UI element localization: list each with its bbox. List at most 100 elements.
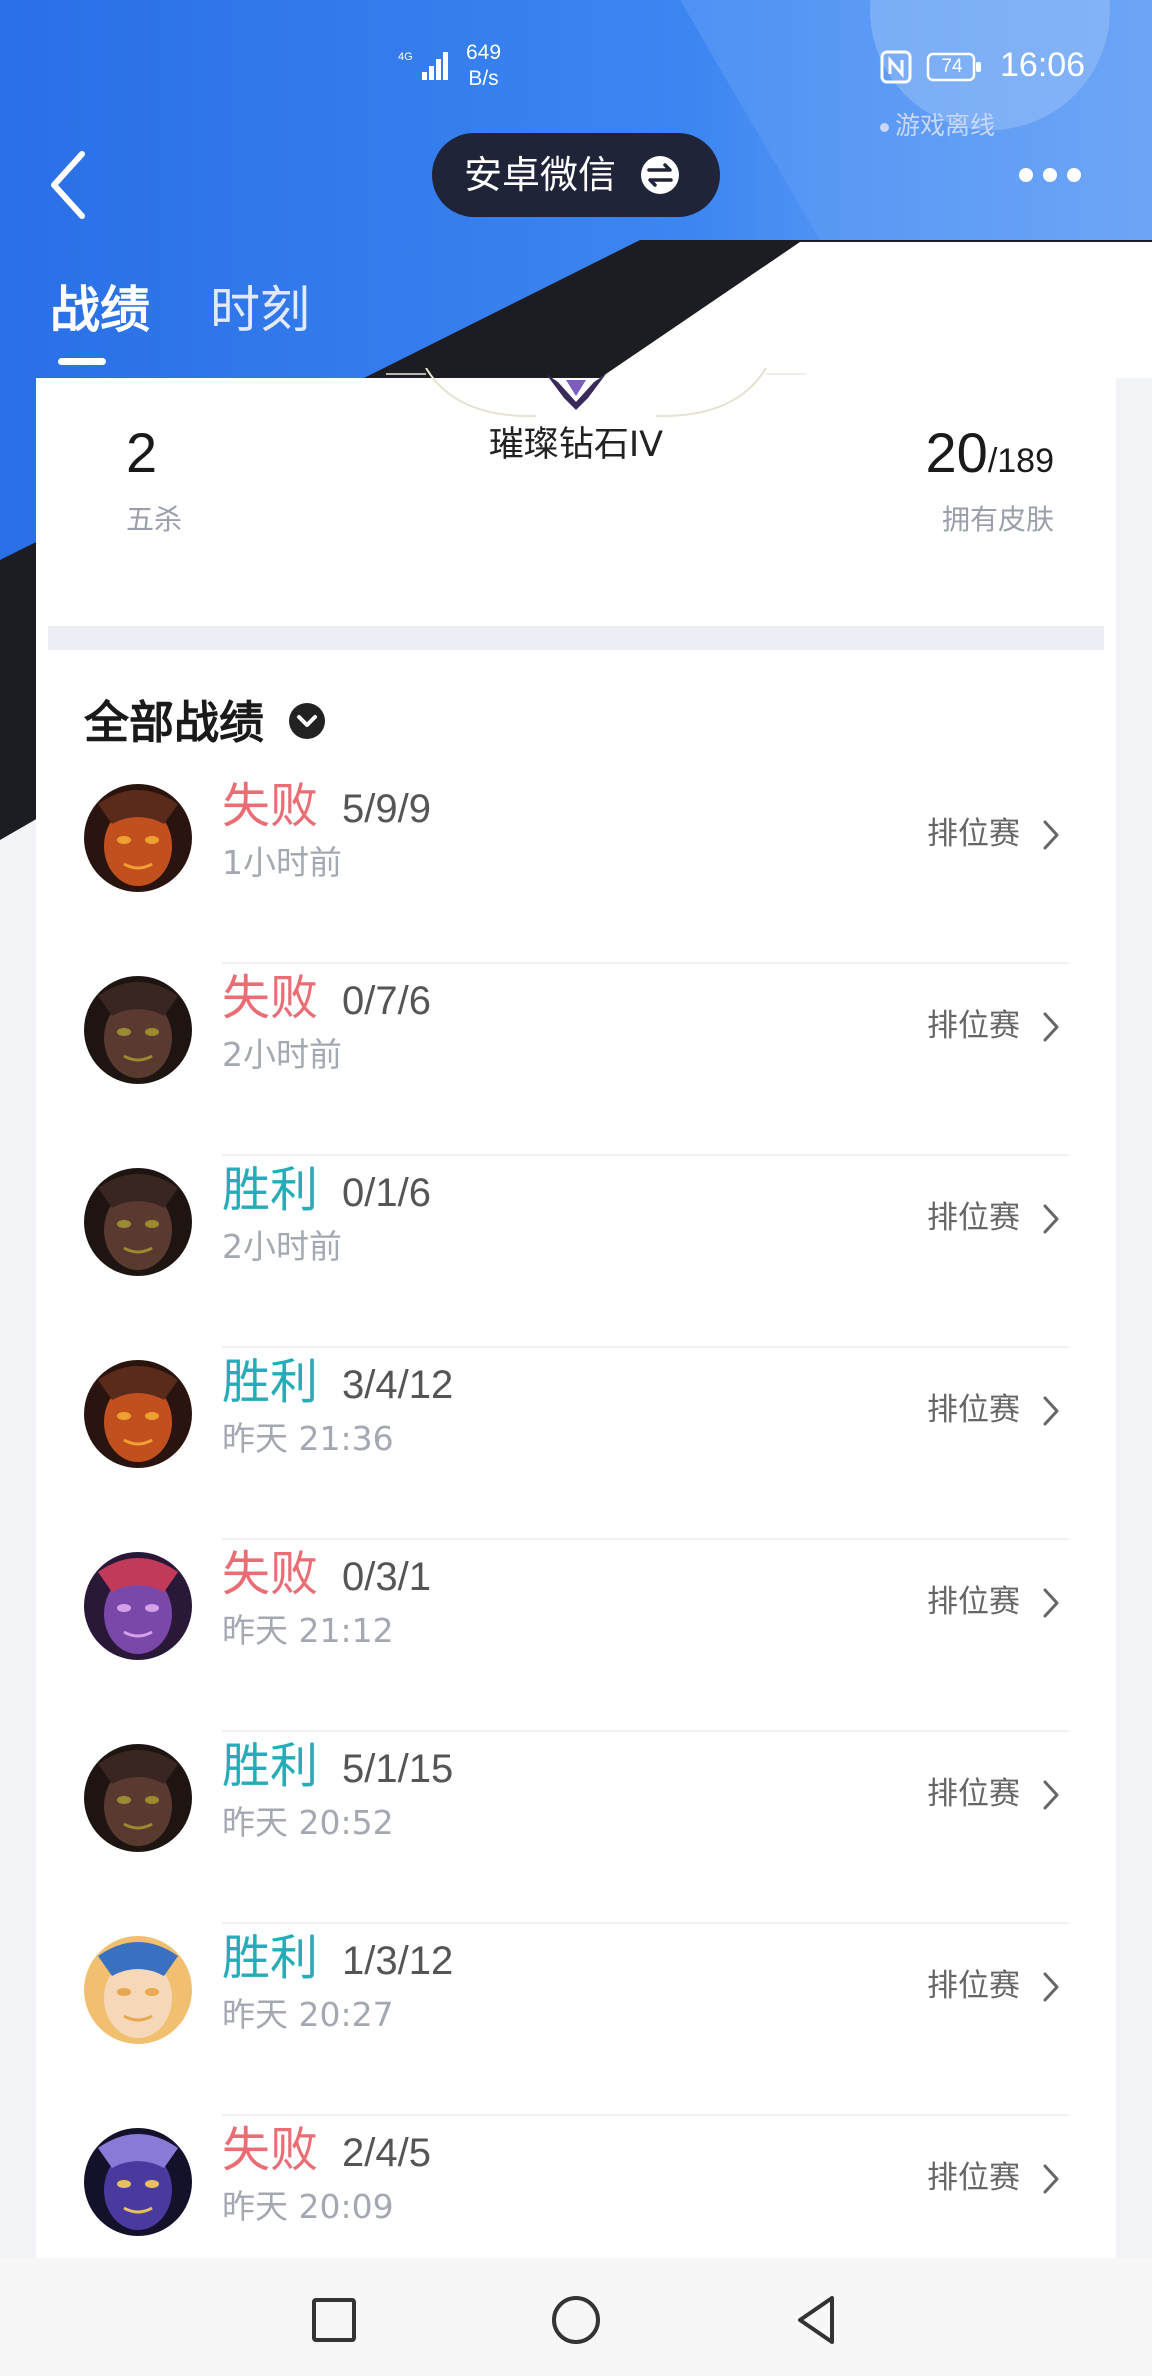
match-kda: 5/9/9: [342, 787, 431, 831]
match-result: 失败: [222, 1546, 319, 1602]
top-nav: 安卓微信: [0, 130, 1152, 240]
champion-portrait: [84, 976, 192, 1084]
match-result: 胜利: [222, 1354, 319, 1410]
match-mode: 排位赛: [927, 1968, 1020, 2004]
match-kda: 2/4/5: [342, 2131, 431, 2175]
champion-portrait: [84, 1744, 192, 1852]
match-kda: 0/3/1: [342, 1555, 431, 1599]
match-mode: 排位赛: [927, 1008, 1020, 1044]
match-kda: 0/1/6: [342, 1171, 431, 1215]
network-rate: 649 B/s: [466, 40, 501, 92]
match-result: 胜利: [222, 1930, 319, 1986]
home-icon[interactable]: [548, 2292, 604, 2348]
champion-portrait: [84, 1360, 192, 1468]
clock: 16:06: [1000, 46, 1086, 84]
champion-avatar-fire-icon: [84, 1360, 192, 1468]
tab-records[interactable]: 战绩: [50, 280, 150, 340]
skins-total: /189: [987, 442, 1054, 480]
battery-level: 74: [941, 56, 963, 77]
match-row[interactable]: 胜利 3/4/12 昨天 21:36 排位赛: [36, 1348, 1116, 1540]
system-nav-bar: [0, 2258, 1152, 2376]
chevron-right-icon: [1043, 1780, 1059, 1810]
champion-avatar-dark-icon: [84, 976, 192, 1084]
match-result: 失败: [222, 970, 319, 1026]
account-name: 安卓微信: [464, 153, 617, 197]
chevron-right-icon: [1043, 1396, 1059, 1426]
skins-label: 拥有皮肤: [941, 503, 1054, 536]
champion-avatar-fire-icon: [84, 784, 192, 892]
match-list: 失败 5/9/9 1小时前 排位赛 失败 0/7/6 2小时前 排位赛 胜利 0…: [36, 772, 1116, 2308]
recent-apps-icon[interactable]: [306, 2292, 362, 2348]
match-result: 胜利: [222, 1738, 319, 1794]
match-time: 1小时前: [222, 843, 342, 882]
pentakill-label: 五杀: [126, 503, 183, 536]
champion-portrait: [84, 1552, 192, 1660]
match-mode: 排位赛: [927, 1776, 1020, 1812]
network-type: 4G: [398, 51, 413, 63]
match-row[interactable]: 胜利 5/1/15 昨天 20:52 排位赛: [36, 1732, 1116, 1924]
profile-card: 璀璨钻石IV 2 五杀 20/189 拥有皮肤 全部战绩 失败 5/9/9 1小…: [36, 368, 1116, 2308]
skins-owned: 20: [925, 421, 988, 484]
match-mode: 排位赛: [927, 2160, 1020, 2196]
chevron-right-icon: [1043, 1972, 1059, 2002]
nfc-icon: [880, 50, 912, 84]
match-kda: 1/3/12: [342, 1939, 454, 1983]
active-tab-indicator: [58, 358, 106, 365]
match-mode: 排位赛: [927, 1392, 1020, 1428]
champion-portrait: [84, 784, 192, 892]
chevron-down-icon[interactable]: [288, 702, 326, 740]
status-bar: 4G 649 B/s 74 16:06 游戏离线: [0, 0, 1152, 140]
match-kda: 3/4/12: [342, 1363, 454, 1407]
match-time: 昨天 20:27: [222, 1995, 394, 2034]
match-result: 失败: [222, 2122, 319, 2178]
champion-avatar-purple-icon: [84, 1552, 192, 1660]
rank-emblem-icon: [546, 374, 606, 410]
match-time: 2小时前: [222, 1035, 342, 1074]
tab-bar: 战绩 时刻: [0, 270, 600, 380]
champion-avatar-blonde-icon: [84, 1936, 192, 2044]
chevron-right-icon: [1043, 2164, 1059, 2194]
rate-value: 649: [466, 41, 502, 64]
chevron-right-icon: [1043, 1012, 1059, 1042]
match-mode: 排位赛: [927, 1200, 1020, 1236]
signal-icon: 4G: [398, 51, 448, 80]
section-divider: [48, 626, 1104, 650]
match-time: 昨天 21:36: [222, 1419, 394, 1458]
match-row[interactable]: 失败 0/3/1 昨天 21:12 排位赛: [36, 1540, 1116, 1732]
champion-avatar-dark-icon: [84, 1168, 192, 1276]
battery-icon: 74: [926, 52, 984, 82]
match-time: 昨天 20:52: [222, 1803, 394, 1842]
match-result: 失败: [222, 778, 319, 834]
match-row[interactable]: 胜利 0/1/6 2小时前 排位赛: [36, 1156, 1116, 1348]
pentakill-count: 2: [126, 421, 158, 484]
match-time: 2小时前: [222, 1227, 342, 1266]
champion-portrait: [84, 1936, 192, 2044]
rate-unit: B/s: [468, 67, 499, 90]
match-row[interactable]: 失败 5/9/9 1小时前 排位赛: [36, 772, 1116, 964]
history-filter-title[interactable]: 全部战绩: [84, 686, 264, 751]
stats-summary: 璀璨钻石IV 2 五杀 20/189 拥有皮肤: [36, 368, 1116, 628]
match-time: 昨天 20:09: [222, 2187, 394, 2226]
account-switcher[interactable]: 安卓微信: [432, 133, 720, 217]
champion-avatar-masked-icon: [84, 2128, 192, 2236]
match-mode: 排位赛: [927, 816, 1020, 852]
match-row[interactable]: 胜利 1/3/12 昨天 20:27 排位赛: [36, 1924, 1116, 2116]
match-row[interactable]: 失败 0/7/6 2小时前 排位赛: [36, 964, 1116, 1156]
match-kda: 0/7/6: [342, 979, 431, 1023]
match-time: 昨天 21:12: [222, 1611, 394, 1650]
champion-portrait: [84, 2128, 192, 2236]
chevron-right-icon: [1043, 1204, 1059, 1234]
champion-portrait: [84, 1168, 192, 1276]
back-chevron-icon[interactable]: [44, 140, 104, 230]
match-result: 胜利: [222, 1162, 319, 1218]
champion-avatar-dark-icon: [84, 1744, 192, 1852]
chevron-right-icon: [1043, 1588, 1059, 1618]
chevron-right-icon: [1043, 820, 1059, 850]
more-dots-icon[interactable]: [1010, 150, 1090, 200]
match-mode: 排位赛: [927, 1584, 1020, 1620]
switch-account-icon: [641, 156, 679, 194]
tab-moments[interactable]: 时刻: [210, 280, 310, 340]
back-triangle-icon[interactable]: [790, 2292, 846, 2348]
skins-count: 20/189: [926, 420, 1054, 485]
match-kda: 5/1/15: [342, 1747, 454, 1791]
